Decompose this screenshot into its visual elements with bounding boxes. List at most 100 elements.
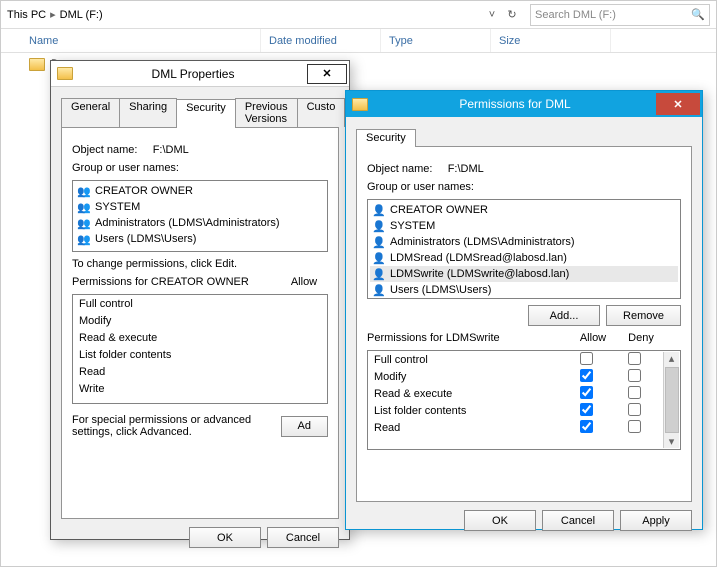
object-name-label: Object name: — [72, 144, 137, 156]
perm-row: Full control — [73, 295, 327, 312]
group-icon: 👥 — [77, 184, 91, 198]
allow-checkbox[interactable] — [580, 352, 593, 365]
folder-icon — [29, 58, 45, 71]
add-button[interactable]: Add... — [528, 305, 600, 326]
breadcrumb-part[interactable]: This PC — [7, 9, 46, 21]
deny-header: Deny — [617, 332, 665, 344]
list-item[interactable]: 👤LDMSread (LDMSread@labosd.lan) — [370, 250, 678, 266]
list-item[interactable]: 👤Administrators (LDMS\Administrators) — [370, 234, 678, 250]
object-name-value: F:\DML — [153, 144, 189, 156]
column-date[interactable]: Date modified — [261, 29, 381, 52]
breadcrumb[interactable]: This PC ▸ DML (F:) — [7, 8, 482, 21]
perm-row: Read — [73, 363, 327, 380]
object-name-label: Object name: — [367, 163, 432, 175]
tab-sharing[interactable]: Sharing — [119, 98, 177, 127]
close-button[interactable]: ✕ — [656, 93, 700, 115]
list-item[interactable]: 👥Users (LDMS\Users) — [75, 231, 325, 247]
perm-row: Write — [73, 380, 327, 397]
dialog-buttons: OK Cancel Apply — [346, 502, 702, 539]
dialog-buttons: OK Cancel — [51, 519, 349, 556]
user-icon: 👤 — [372, 235, 386, 249]
user-icon: 👤 — [372, 283, 386, 297]
list-item[interactable]: 👥CREATOR OWNER — [75, 183, 325, 199]
dialog-title: DML Properties — [79, 67, 307, 81]
deny-checkbox[interactable] — [628, 420, 641, 433]
user-icon: 👤 — [372, 251, 386, 265]
perm-row: Read — [368, 419, 664, 436]
folder-icon — [352, 98, 368, 111]
group-icon: 👥 — [77, 232, 91, 246]
perm-row: Full control — [368, 351, 664, 368]
search-input[interactable]: Search DML (F:) 🔍 — [530, 4, 710, 26]
groups-listbox[interactable]: 👥CREATOR OWNER 👥SYSTEM 👥Administrators (… — [72, 180, 328, 252]
user-icon: 👤 — [372, 219, 386, 233]
scroll-thumb[interactable] — [665, 367, 679, 433]
apply-button[interactable]: Apply — [620, 510, 692, 531]
search-icon[interactable]: 🔍 — [691, 8, 705, 21]
column-size[interactable]: Size — [491, 29, 611, 52]
column-name[interactable]: Name — [1, 29, 261, 52]
perm-row: Read & execute — [368, 385, 664, 402]
permissions-dialog: Permissions for DML ✕ Security Object na… — [345, 90, 703, 530]
allow-header: Allow — [569, 332, 617, 344]
column-type[interactable]: Type — [381, 29, 491, 52]
tab-security[interactable]: Security — [356, 129, 416, 147]
titlebar[interactable]: Permissions for DML ✕ — [346, 91, 702, 117]
cancel-button[interactable]: Cancel — [267, 527, 339, 548]
perm-for-label: Permissions for LDMSwrite — [367, 332, 569, 344]
perm-row: List folder contents — [368, 402, 664, 419]
tab-general[interactable]: General — [61, 98, 120, 127]
deny-checkbox[interactable] — [628, 403, 641, 416]
groups-label: Group or user names: — [72, 162, 328, 174]
allow-checkbox[interactable] — [580, 369, 593, 382]
allow-header: Allow — [280, 276, 328, 288]
list-item[interactable]: 👥SYSTEM — [75, 199, 325, 215]
perm-row: List folder contents — [73, 346, 327, 363]
perm-for-label: Permissions for CREATOR OWNER — [72, 276, 280, 288]
remove-button[interactable]: Remove — [606, 305, 681, 326]
list-item[interactable]: 👤Users (LDMS\Users) — [370, 282, 678, 298]
close-button[interactable]: ✕ — [307, 64, 347, 84]
scrollbar[interactable]: ▴▾ — [663, 352, 679, 448]
groups-label: Group or user names: — [367, 181, 681, 193]
folder-icon — [57, 67, 73, 80]
column-headers: Name Date modified Type Size — [1, 29, 716, 53]
allow-checkbox[interactable] — [580, 386, 593, 399]
properties-dialog: DML Properties ✕ General Sharing Securit… — [50, 60, 350, 540]
object-name-value: F:\DML — [448, 163, 484, 175]
perm-row: Modify — [368, 368, 664, 385]
group-icon: 👥 — [77, 216, 91, 230]
allow-checkbox[interactable] — [580, 420, 593, 433]
deny-checkbox[interactable] — [628, 352, 641, 365]
scroll-up-icon[interactable]: ▴ — [669, 352, 675, 365]
tab-customize[interactable]: Custo — [297, 98, 346, 127]
list-item[interactable]: 👤SYSTEM — [370, 218, 678, 234]
list-item[interactable]: 👤LDMSwrite (LDMSwrite@labosd.lan) — [370, 266, 678, 282]
tab-security[interactable]: Security — [176, 99, 236, 128]
list-item[interactable]: 👥Administrators (LDMS\Administrators) — [75, 215, 325, 231]
group-icon: 👥 — [77, 200, 91, 214]
tab-previous-versions[interactable]: Previous Versions — [235, 98, 298, 127]
perm-row: Modify — [73, 312, 327, 329]
scroll-down-icon[interactable]: ▾ — [669, 435, 675, 448]
dialog-title: Permissions for DML — [374, 97, 656, 111]
chevron-right-icon: ▸ — [50, 8, 56, 21]
refresh-icon[interactable]: ↻ — [502, 5, 522, 25]
edit-hint: To change permissions, click Edit. — [72, 258, 328, 270]
list-item[interactable]: 👤CREATOR OWNER — [370, 202, 678, 218]
deny-checkbox[interactable] — [628, 386, 641, 399]
breadcrumb-part[interactable]: DML (F:) — [60, 9, 103, 21]
cancel-button[interactable]: Cancel — [542, 510, 614, 531]
tabstrip: General Sharing Security Previous Versio… — [61, 98, 339, 127]
groups-listbox[interactable]: 👤CREATOR OWNER👤SYSTEM👤Administrators (LD… — [367, 199, 681, 299]
deny-checkbox[interactable] — [628, 369, 641, 382]
ok-button[interactable]: OK — [189, 527, 261, 548]
ok-button[interactable]: OK — [464, 510, 536, 531]
titlebar[interactable]: DML Properties ✕ — [51, 61, 349, 87]
chevron-down-icon[interactable]: ˅ — [482, 5, 502, 25]
advanced-button[interactable]: Ad — [281, 416, 328, 437]
search-placeholder: Search DML (F:) — [535, 9, 616, 21]
user-icon: 👤 — [372, 203, 386, 217]
advanced-hint: For special permissions or advanced sett… — [72, 414, 281, 438]
allow-checkbox[interactable] — [580, 403, 593, 416]
